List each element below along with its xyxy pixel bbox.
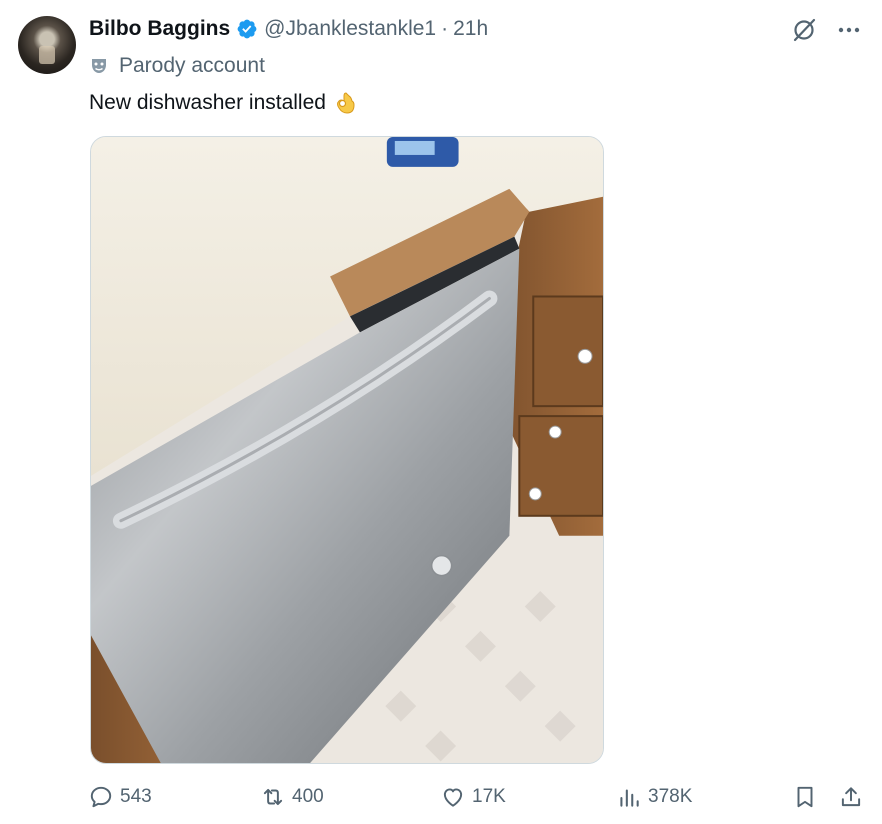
dishwasher-logo-badge: [430, 554, 453, 577]
reply-count: 543: [120, 786, 152, 807]
avatar[interactable]: [18, 16, 76, 74]
retweet-icon: [263, 788, 283, 806]
like-button[interactable]: 17K: [440, 782, 506, 812]
bookmark-button[interactable]: [792, 782, 818, 812]
views-button[interactable]: 378K: [616, 782, 692, 812]
like-count: 17K: [472, 786, 506, 807]
verified-badge-icon[interactable]: [236, 18, 258, 40]
tweet-body: New dishwasher installed: [89, 91, 326, 114]
share-button[interactable]: [838, 782, 864, 812]
display-name[interactable]: Bilbo Baggins: [89, 17, 230, 41]
post-top-actions: [790, 16, 862, 44]
reply-button[interactable]: 543: [88, 782, 152, 812]
parody-mask-icon: [92, 59, 106, 73]
bookmark-icon: [797, 786, 813, 808]
post-header: Bilbo Baggins @Jbanklestankle1 · 21h: [89, 14, 488, 44]
analytics-icon: [620, 789, 639, 807]
parody-account-text: Parody account: [119, 54, 265, 77]
ok-hand-emoji-icon: [336, 92, 355, 114]
heart-icon: [443, 788, 463, 807]
parody-label: Parody account: [89, 52, 265, 80]
timestamp[interactable]: 21h: [453, 17, 488, 41]
dishwasher-photo: [91, 137, 603, 763]
share-icon: [841, 787, 861, 807]
retweet-count: 400: [292, 786, 324, 807]
handle[interactable]: @Jbanklestankle1: [264, 17, 436, 41]
retweet-button[interactable]: 400: [260, 782, 324, 812]
tweet-text: New dishwasher installed: [89, 88, 358, 118]
more-options-icon[interactable]: [836, 17, 862, 43]
post-photo[interactable]: [90, 136, 604, 764]
reply-icon: [90, 786, 112, 808]
grok-icon[interactable]: [790, 16, 818, 44]
post-actions-bar: 543 400 17K 378K: [88, 782, 868, 812]
separator-dot: ·: [441, 17, 449, 40]
views-count: 378K: [648, 786, 693, 807]
